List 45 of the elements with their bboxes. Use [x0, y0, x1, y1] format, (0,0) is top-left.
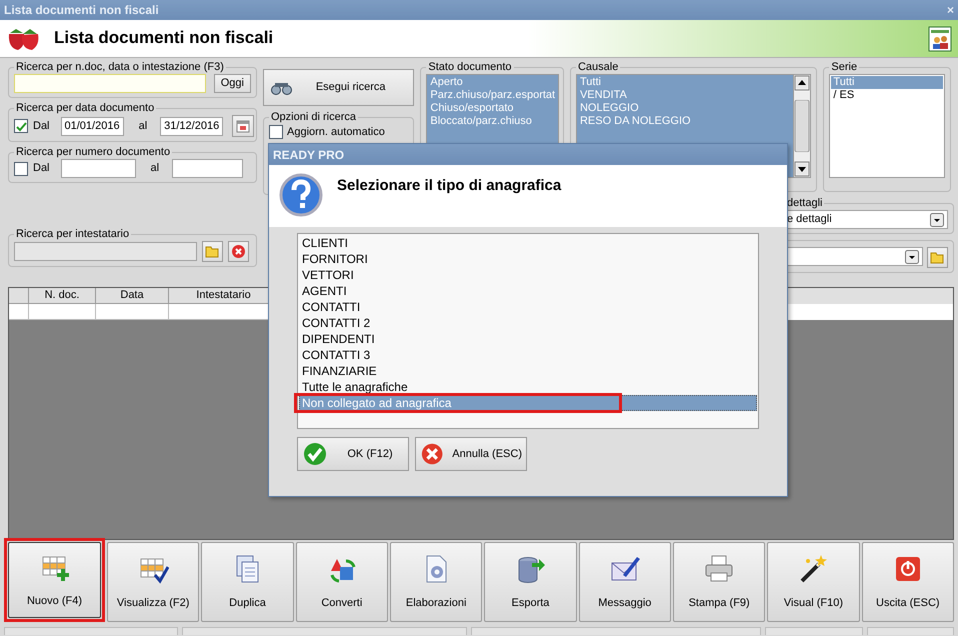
- search-button[interactable]: Esegui ricerca: [263, 69, 414, 106]
- to-label: al: [150, 161, 160, 176]
- list-item[interactable]: / ES: [831, 89, 944, 102]
- toolbar-button[interactable]: Nuovo (F4): [8, 542, 101, 618]
- group-label: Opzioni di ricerca: [270, 110, 357, 124]
- toolbar-button[interactable]: Duplica: [201, 542, 294, 622]
- group-label: Ricerca per data documento: [15, 101, 156, 115]
- from-label: Dal: [33, 161, 50, 176]
- list-item[interactable]: CONTATTI 2: [299, 315, 757, 331]
- today-button[interactable]: Oggi: [214, 74, 251, 93]
- dialog-title: READY PRO: [273, 148, 344, 162]
- list-item[interactable]: CONTATTI 3: [299, 347, 757, 363]
- list-item[interactable]: CLIENTI: [299, 235, 757, 251]
- group-label: Ricerca per intestatario: [15, 227, 130, 241]
- cancel-button[interactable]: Annulla (ESC): [415, 437, 527, 471]
- group-label: Ricerca per numero documento: [15, 145, 172, 159]
- toolbar-button[interactable]: Uscita (ESC): [862, 542, 954, 622]
- toolbar-button[interactable]: Converti: [296, 542, 388, 622]
- list-item[interactable]: AGENTI: [299, 283, 757, 299]
- toolbar-button[interactable]: Messaggio: [578, 542, 671, 622]
- toolbar-button[interactable]: Stampa (F9): [672, 542, 766, 622]
- list-item[interactable]: DIPENDENTI: [299, 331, 757, 347]
- page-title: Lista documenti non fiscali: [54, 28, 274, 49]
- from-label: Dal: [33, 118, 50, 134]
- group-label: dettagli: [786, 196, 824, 210]
- toolbar-button[interactable]: Visual (F10): [767, 542, 860, 622]
- group-label: Serie: [830, 60, 858, 74]
- toolbar-button[interactable]: Esporta: [484, 542, 577, 622]
- toolbar-button[interactable]: Elaborazioni: [390, 542, 482, 622]
- dialog-message: Selezionare il tipo di anagrafica: [337, 177, 562, 196]
- list-item[interactable]: Tutte le anagrafiche: [299, 379, 757, 395]
- window-title: Lista documenti non fiscali: [4, 2, 159, 19]
- from-field[interactable]: 01/01/2016: [60, 116, 124, 136]
- to-field[interactable]: 31/12/2016: [160, 116, 224, 136]
- group-label: Stato documento: [427, 60, 513, 74]
- ok-button[interactable]: OK (F12): [297, 437, 409, 471]
- to-label: al: [138, 118, 148, 134]
- list-item[interactable]: FORNITORI: [299, 251, 757, 267]
- option-label: Aggiorn. automatico: [287, 125, 385, 140]
- group-label: Ricerca per n.doc, data o intestazione (F3): [15, 60, 225, 74]
- list-item[interactable]: CONTATTI: [299, 299, 757, 315]
- list-item[interactable]: VETTORI: [299, 267, 757, 283]
- toolbar-button[interactable]: Visualizza (F2): [107, 542, 200, 622]
- group-label: Causale: [576, 60, 620, 74]
- list-item[interactable]: FINANZIARIE: [299, 363, 757, 379]
